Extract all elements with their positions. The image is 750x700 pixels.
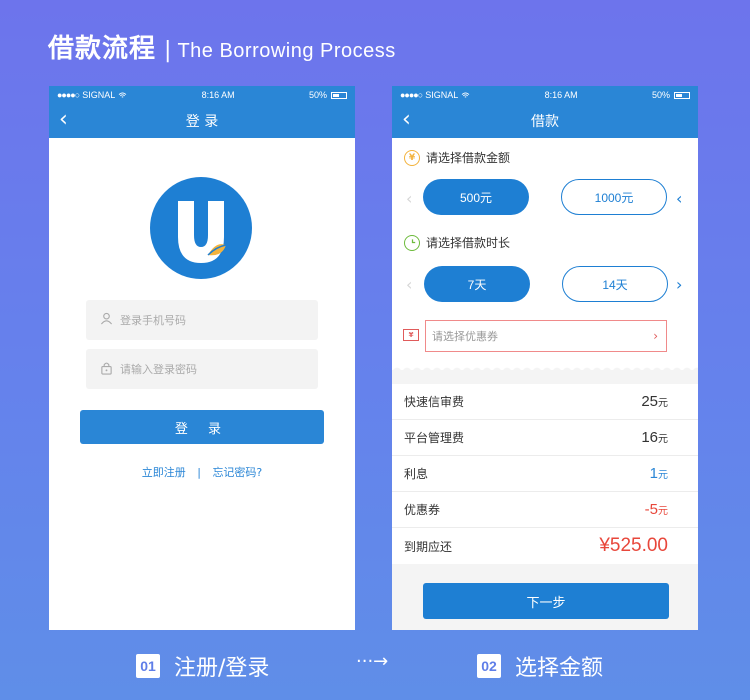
amount-option-500[interactable]: 500元 — [423, 179, 529, 215]
duration-section-title: 请选择借款时长 — [404, 234, 510, 251]
step-1-number: 01 — [136, 654, 160, 678]
login-button[interactable]: 登 录 — [80, 410, 324, 444]
fee-label: 平台管理费 — [404, 431, 465, 445]
fee-row: 优惠券 -5元 — [392, 492, 698, 528]
fee-value: 16元 — [641, 429, 668, 446]
battery-percent: 50% — [651, 90, 670, 100]
lock-icon — [100, 361, 118, 378]
signal-dots-icon: ●●●●○ — [57, 90, 80, 100]
step-2-number: 02 — [477, 654, 501, 678]
duration-option-14[interactable]: 14天 — [562, 266, 668, 302]
header-separator: | — [164, 38, 172, 63]
chevron-right-icon: › — [653, 329, 658, 343]
status-bar: ●●●●○ SIGNAL 8:16 AM 50% — [49, 86, 355, 104]
user-icon — [100, 312, 118, 328]
header-title-cn: 借款流程 — [48, 34, 157, 64]
fee-label: 快速信审费 — [404, 395, 465, 409]
step-2-label: 选择金额 — [515, 656, 604, 681]
forgot-password-link[interactable]: 忘记密码? — [212, 466, 262, 479]
coupon-placeholder: 请选择优惠券 — [432, 330, 498, 343]
battery-icon — [674, 91, 690, 99]
fee-value: -5元 — [644, 501, 668, 518]
back-arrow-icon[interactable]: ‹ — [402, 109, 411, 131]
duration-title-text: 请选择借款时长 — [426, 236, 511, 250]
phone-input-placeholder: 登录手机号码 — [120, 314, 186, 327]
chevron-left-icon[interactable]: ‹ — [406, 189, 412, 208]
nav-bar: ‹ 登 录 — [49, 104, 355, 138]
amount-option-1000[interactable]: 1000元 — [561, 179, 667, 215]
register-link[interactable]: 立即注册 — [142, 466, 186, 479]
wifi-icon — [118, 91, 127, 98]
password-input-placeholder: 请输入登录密码 — [120, 363, 197, 376]
step-2: 02 选择金额 — [477, 650, 603, 682]
step-1: 01 注册/登录 — [136, 650, 269, 682]
nav-title: 借款 — [531, 114, 559, 130]
fee-row: 平台管理费 16元 — [392, 420, 698, 456]
carrier-label: SIGNAL — [82, 90, 116, 100]
chevron-left-icon[interactable]: ‹ — [676, 189, 682, 208]
fee-label: 到期应还 — [404, 539, 453, 554]
borrow-screen: ●●●●○ SIGNAL 8:16 AM 50% ‹ 借款 ¥ 请选择借款金额 … — [392, 86, 698, 630]
page-header: 借款流程 | The Borrowing Process — [48, 28, 396, 65]
wifi-icon — [461, 91, 470, 98]
status-time: 8:16 AM — [544, 90, 578, 100]
phone-input[interactable]: 登录手机号码 — [86, 300, 318, 340]
link-separator: | — [197, 466, 201, 479]
total-due-value: ¥525.00 — [599, 535, 668, 556]
zigzag-divider — [392, 362, 698, 372]
coupon-selector[interactable]: 请选择优惠券 › — [425, 320, 667, 352]
login-screen: ●●●●○ SIGNAL 8:16 AM 50% ‹ 登 录 登录手机号码 请输… — [49, 86, 355, 630]
password-input[interactable]: 请输入登录密码 — [86, 349, 318, 389]
amount-title-text: 请选择借款金额 — [426, 151, 511, 165]
fee-value: 1元 — [649, 465, 668, 482]
nav-bar: ‹ 借款 — [392, 104, 698, 138]
total-due-row: 到期应还 ¥525.00 — [392, 528, 698, 564]
yen-icon: ¥ — [404, 149, 420, 166]
duration-option-7[interactable]: 7天 — [424, 266, 530, 302]
clock-icon — [404, 234, 420, 251]
coupon-icon: ¥ — [403, 329, 419, 341]
carrier-label: SIGNAL — [425, 90, 459, 100]
fee-list: 快速信审费 25元 平台管理费 16元 利息 1元 优惠券 -5元 到期应还 ¥… — [392, 384, 698, 564]
battery-percent: 50% — [308, 90, 327, 100]
fee-row: 利息 1元 — [392, 456, 698, 492]
amount-section-title: ¥ 请选择借款金额 — [404, 149, 510, 166]
status-time: 8:16 AM — [201, 90, 235, 100]
fee-label: 利息 — [404, 467, 429, 481]
fee-row: 快速信审费 25元 — [392, 384, 698, 420]
battery-icon — [331, 91, 347, 99]
chevron-right-icon[interactable]: › — [676, 275, 682, 294]
fee-value: 25元 — [641, 393, 668, 410]
fee-label: 优惠券 — [404, 503, 441, 517]
back-arrow-icon[interactable]: ‹ — [59, 109, 68, 131]
next-step-button[interactable]: 下一步 — [423, 583, 669, 619]
chevron-left-icon[interactable]: ‹ — [406, 275, 412, 294]
nav-title: 登 录 — [185, 114, 219, 130]
step-1-label: 注册/登录 — [174, 656, 270, 681]
header-title-en: The Borrowing Process — [177, 40, 396, 62]
step-arrow-icon: ···→ — [356, 651, 389, 672]
app-logo — [150, 177, 252, 279]
login-links: 立即注册 | 忘记密码? — [49, 464, 355, 480]
signal-dots-icon: ●●●●○ — [400, 90, 423, 100]
status-bar: ●●●●○ SIGNAL 8:16 AM 50% — [392, 86, 698, 104]
